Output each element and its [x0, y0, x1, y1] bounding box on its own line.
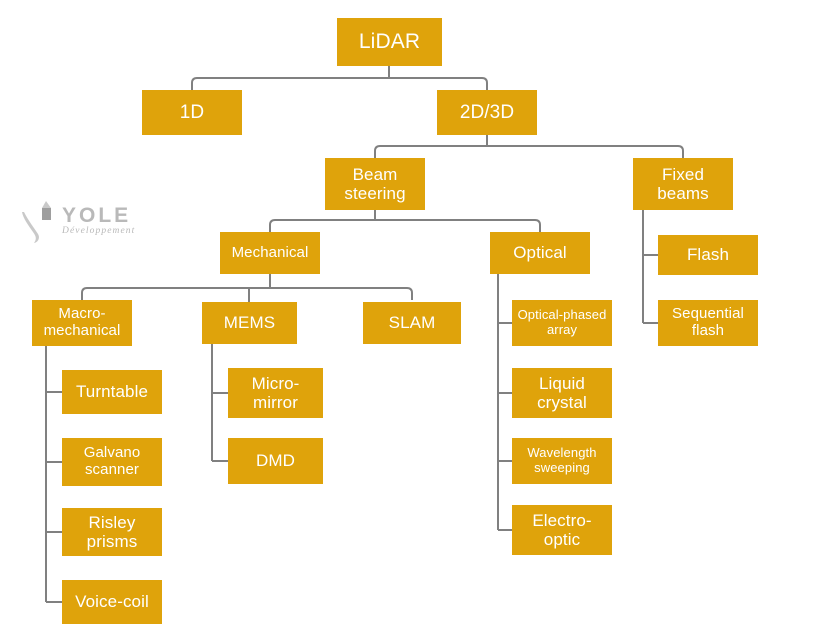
node-sequential-flash[interactable]: Sequential flash [658, 300, 758, 346]
node-optical[interactable]: Optical [490, 232, 590, 274]
node-dmd[interactable]: DMD [228, 438, 323, 484]
edge-optical-children [497, 274, 512, 531]
node-turntable[interactable]: Turntable [62, 370, 162, 414]
diagram-canvas: YOLE Développement LiDAR 1D 2D/3D Beam steer… [0, 0, 820, 633]
node-label: 2D/3D [459, 101, 515, 123]
node-electro-optic[interactable]: Electro-optic [512, 505, 612, 555]
node-beam-steering[interactable]: Beam steering [325, 158, 425, 210]
node-label: Voice-coil [75, 592, 149, 612]
node-galvano-scanner[interactable]: Galvano scanner [62, 438, 162, 486]
node-label: Flash [686, 245, 730, 265]
node-label: Galvano scanner [83, 444, 141, 478]
node-label: Macro-mechanical [43, 305, 121, 339]
node-micro-mirror[interactable]: Micro-mirror [228, 368, 323, 418]
node-liquid-crystal[interactable]: Liquid crystal [512, 368, 612, 418]
node-label: Electro-optic [532, 510, 592, 549]
node-label: Liquid crystal [537, 373, 587, 412]
yole-logo: YOLE Développement [18, 198, 148, 250]
node-label: 1D [179, 101, 205, 123]
yole-logo-text: YOLE [62, 204, 132, 227]
node-label: Turntable [75, 382, 149, 402]
yole-logo-tagline: Développement [62, 226, 136, 236]
node-label: SLAM [388, 313, 436, 333]
node-voice-coil[interactable]: Voice-coil [62, 580, 162, 624]
node-mechanical[interactable]: Mechanical [220, 232, 320, 274]
node-label: LiDAR [358, 30, 421, 54]
node-flash[interactable]: Flash [658, 235, 758, 275]
edge-mems-children [211, 344, 228, 462]
node-label: Optical-phased array [517, 307, 607, 337]
yole-mark-icon [22, 201, 51, 243]
node-2d3d[interactable]: 2D/3D [437, 90, 537, 135]
edge-fixedbeams-children [642, 210, 658, 324]
node-1d[interactable]: 1D [142, 90, 242, 135]
node-label: Sequential flash [672, 305, 744, 339]
node-label: Fixed beams [657, 164, 709, 203]
edge-macromechanical-children [45, 346, 62, 603]
node-lidar[interactable]: LiDAR [337, 18, 442, 66]
node-label: MEMS [223, 313, 276, 333]
node-risley-prisms[interactable]: Risley prisms [62, 508, 162, 556]
node-optical-phased[interactable]: Optical-phased array [512, 300, 612, 346]
node-slam[interactable]: SLAM [363, 302, 461, 344]
node-label: DMD [255, 451, 295, 471]
node-label: Risley prisms [86, 512, 138, 551]
node-label: Beam steering [344, 164, 406, 203]
edge-2d3d-children [374, 145, 684, 158]
node-label: Micro-mirror [251, 373, 300, 412]
edge-mechanical-children [81, 287, 413, 300]
node-wavelength-sweeping[interactable]: Wavelength sweeping [512, 438, 612, 484]
node-fixed-beams[interactable]: Fixed beams [633, 158, 733, 210]
edge-beamsteering-children [269, 219, 541, 232]
node-label: Wavelength sweeping [527, 445, 597, 475]
edge-lidar-children [191, 77, 488, 90]
node-label: Optical [513, 243, 567, 263]
node-label: Mechanical [231, 243, 309, 261]
node-mems[interactable]: MEMS [202, 302, 297, 344]
node-macro-mechanical[interactable]: Macro-mechanical [32, 300, 132, 346]
